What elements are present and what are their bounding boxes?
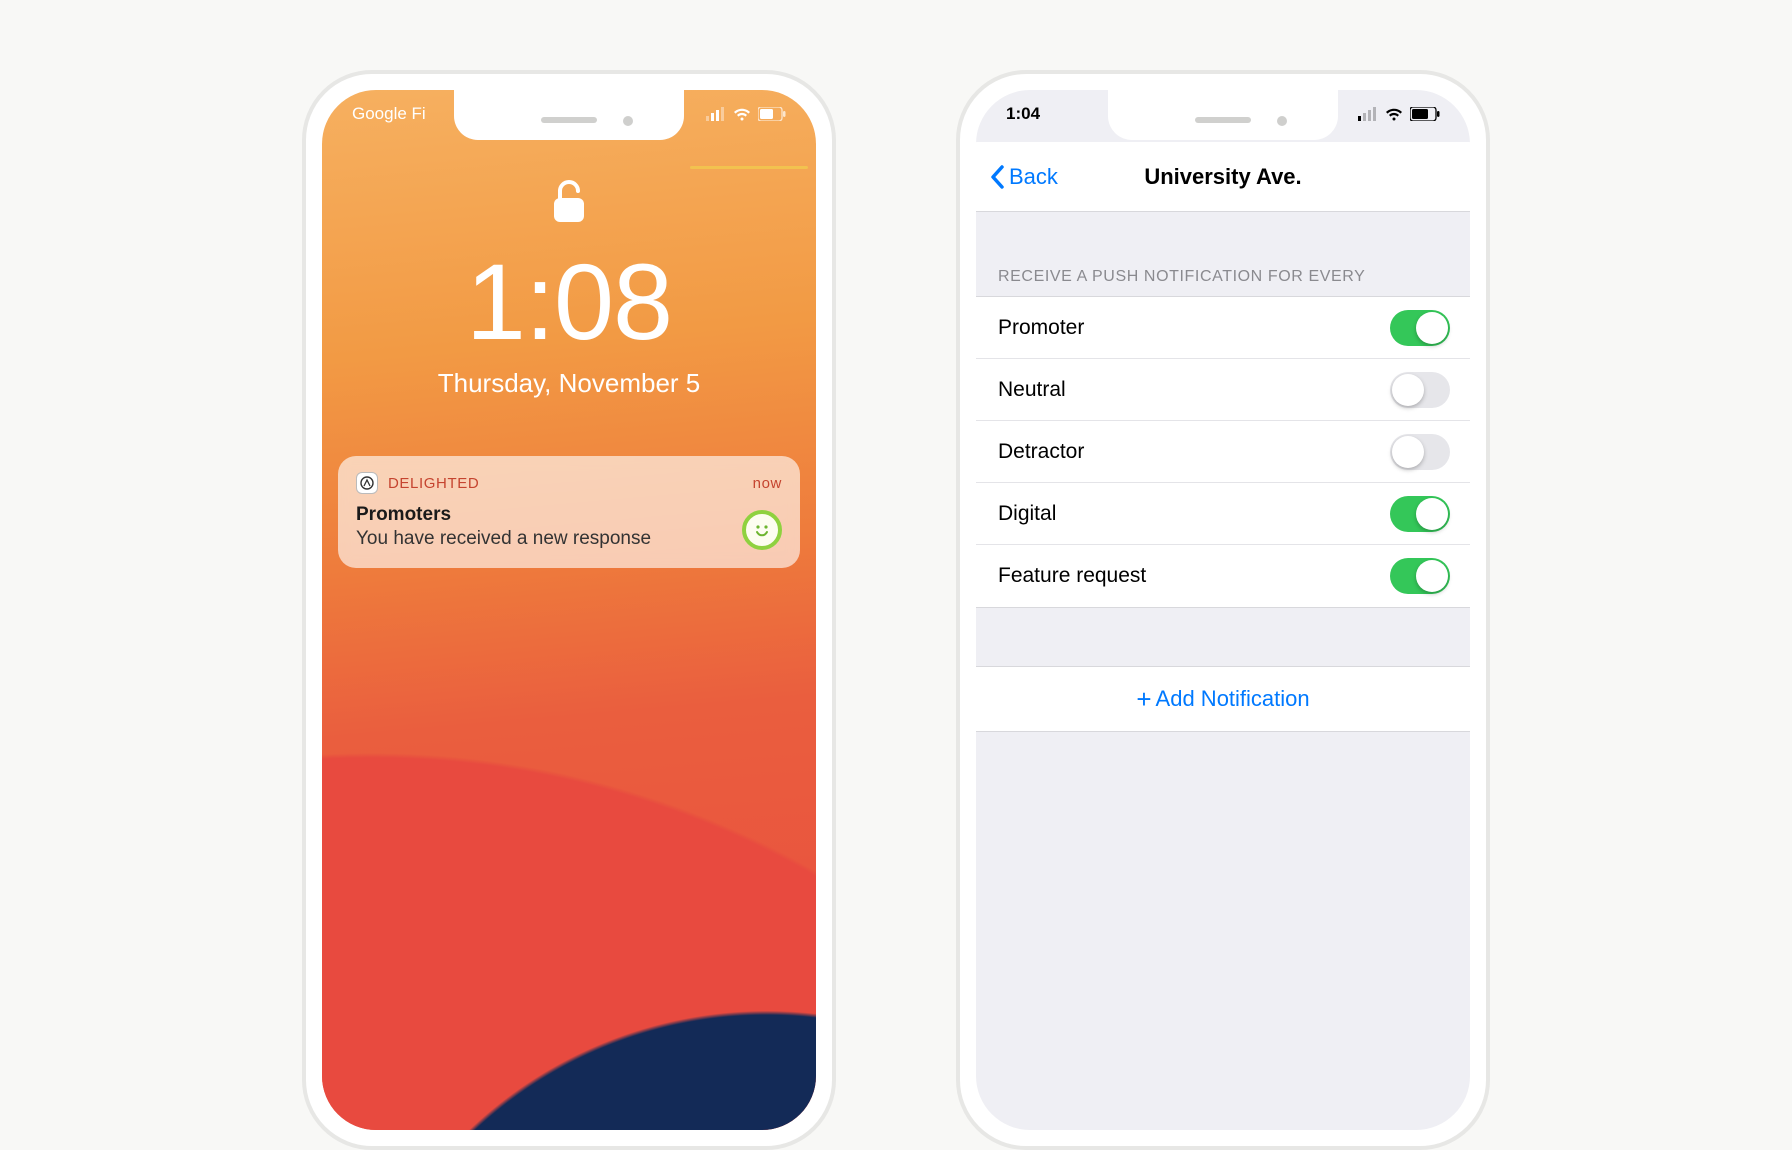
toggle-detractor[interactable]	[1390, 434, 1450, 470]
row-feature-request: Feature request	[976, 545, 1470, 607]
chevron-left-icon	[990, 165, 1005, 189]
row-label: Promoter	[998, 316, 1084, 340]
app-icon	[356, 472, 378, 494]
row-neutral: Neutral	[976, 359, 1470, 421]
row-label: Detractor	[998, 440, 1084, 464]
notch	[454, 90, 684, 140]
settings-screen: 1:04	[976, 90, 1470, 1130]
plus-icon: +	[1136, 686, 1151, 712]
toggle-promoter[interactable]	[1390, 310, 1450, 346]
nav-bar: Back University Ave.	[976, 142, 1470, 212]
unlock-icon	[552, 178, 586, 224]
cell-signal-icon	[706, 107, 726, 121]
toggle-digital[interactable]	[1390, 496, 1450, 532]
earpiece	[541, 117, 597, 123]
front-camera	[623, 116, 633, 126]
lock-screen: Google Fi	[322, 90, 816, 1130]
add-label: Add Notification	[1156, 686, 1310, 712]
row-digital: Digital	[976, 483, 1470, 545]
back-label: Back	[1009, 164, 1058, 190]
notification-body: You have received a new response	[356, 528, 782, 550]
status-time: 1:04	[1006, 104, 1040, 124]
earpiece	[1195, 117, 1251, 123]
smiley-icon	[742, 510, 782, 550]
notification-title: Promoters	[356, 504, 782, 526]
row-label: Neutral	[998, 378, 1066, 402]
lock-center: 1:08 Thursday, November 5	[322, 178, 816, 399]
notification-card[interactable]: DELIGHTED now Promoters You have receive…	[338, 456, 800, 568]
cell-signal-icon	[1358, 107, 1378, 121]
toggle-list: Promoter Neutral Detractor Digital Featu…	[976, 296, 1470, 608]
notification-header: DELIGHTED now	[356, 472, 782, 494]
notification-time: now	[753, 475, 782, 492]
wifi-icon	[732, 107, 752, 121]
wifi-icon	[1384, 107, 1404, 121]
phone-settings: 1:04	[956, 70, 1490, 1150]
row-label: Feature request	[998, 564, 1146, 588]
row-detractor: Detractor	[976, 421, 1470, 483]
lock-date: Thursday, November 5	[438, 368, 701, 399]
settings-bg	[976, 90, 1470, 1130]
lock-time: 1:08	[466, 248, 672, 356]
add-notification-button[interactable]: + Add Notification	[976, 666, 1470, 732]
front-camera	[1277, 116, 1287, 126]
row-promoter: Promoter	[976, 297, 1470, 359]
row-label: Digital	[998, 502, 1056, 526]
battery-icon	[1410, 107, 1440, 121]
battery-icon	[758, 107, 786, 121]
toggle-feature-request[interactable]	[1390, 558, 1450, 594]
toggle-neutral[interactable]	[1390, 372, 1450, 408]
back-button[interactable]: Back	[976, 164, 1058, 190]
notch	[1108, 90, 1338, 140]
carrier-label: Google Fi	[352, 104, 426, 124]
phone-lock-screen: Google Fi	[302, 70, 836, 1150]
status-underline	[690, 166, 808, 169]
section-header: RECEIVE A PUSH NOTIFICATION FOR EVERY	[998, 268, 1365, 286]
app-name: DELIGHTED	[388, 475, 479, 492]
